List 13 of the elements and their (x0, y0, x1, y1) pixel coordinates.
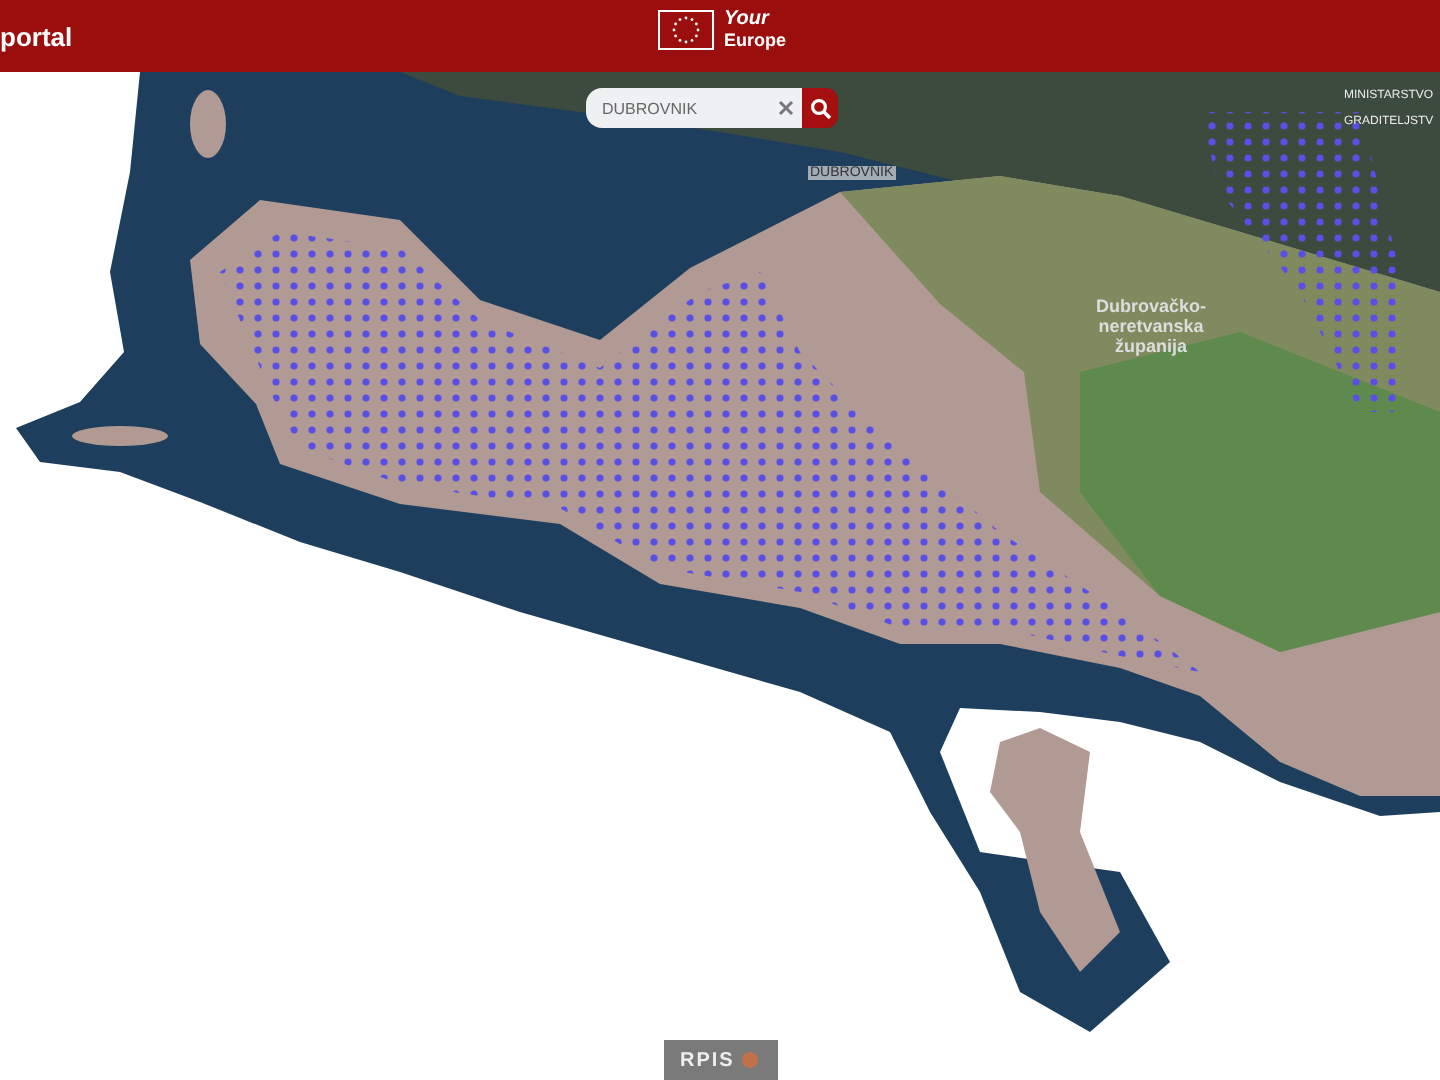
clear-icon[interactable] (778, 100, 794, 116)
portal-title: portal (0, 21, 73, 51)
map-label: Dubrovačko- (1096, 296, 1207, 316)
search-icon (809, 97, 831, 119)
eu-flag-icon (658, 10, 714, 50)
search-button[interactable] (802, 88, 838, 128)
logo-dot-icon (742, 1052, 759, 1068)
map-label: županija (1115, 336, 1188, 356)
logo-text: RPIS (680, 1049, 735, 1071)
map-label: neretvanska (1098, 316, 1204, 336)
logo-text: Europe (724, 30, 787, 50)
logo-text: Your (724, 10, 772, 30)
search-field[interactable]: DUBROVNIK (586, 88, 802, 128)
